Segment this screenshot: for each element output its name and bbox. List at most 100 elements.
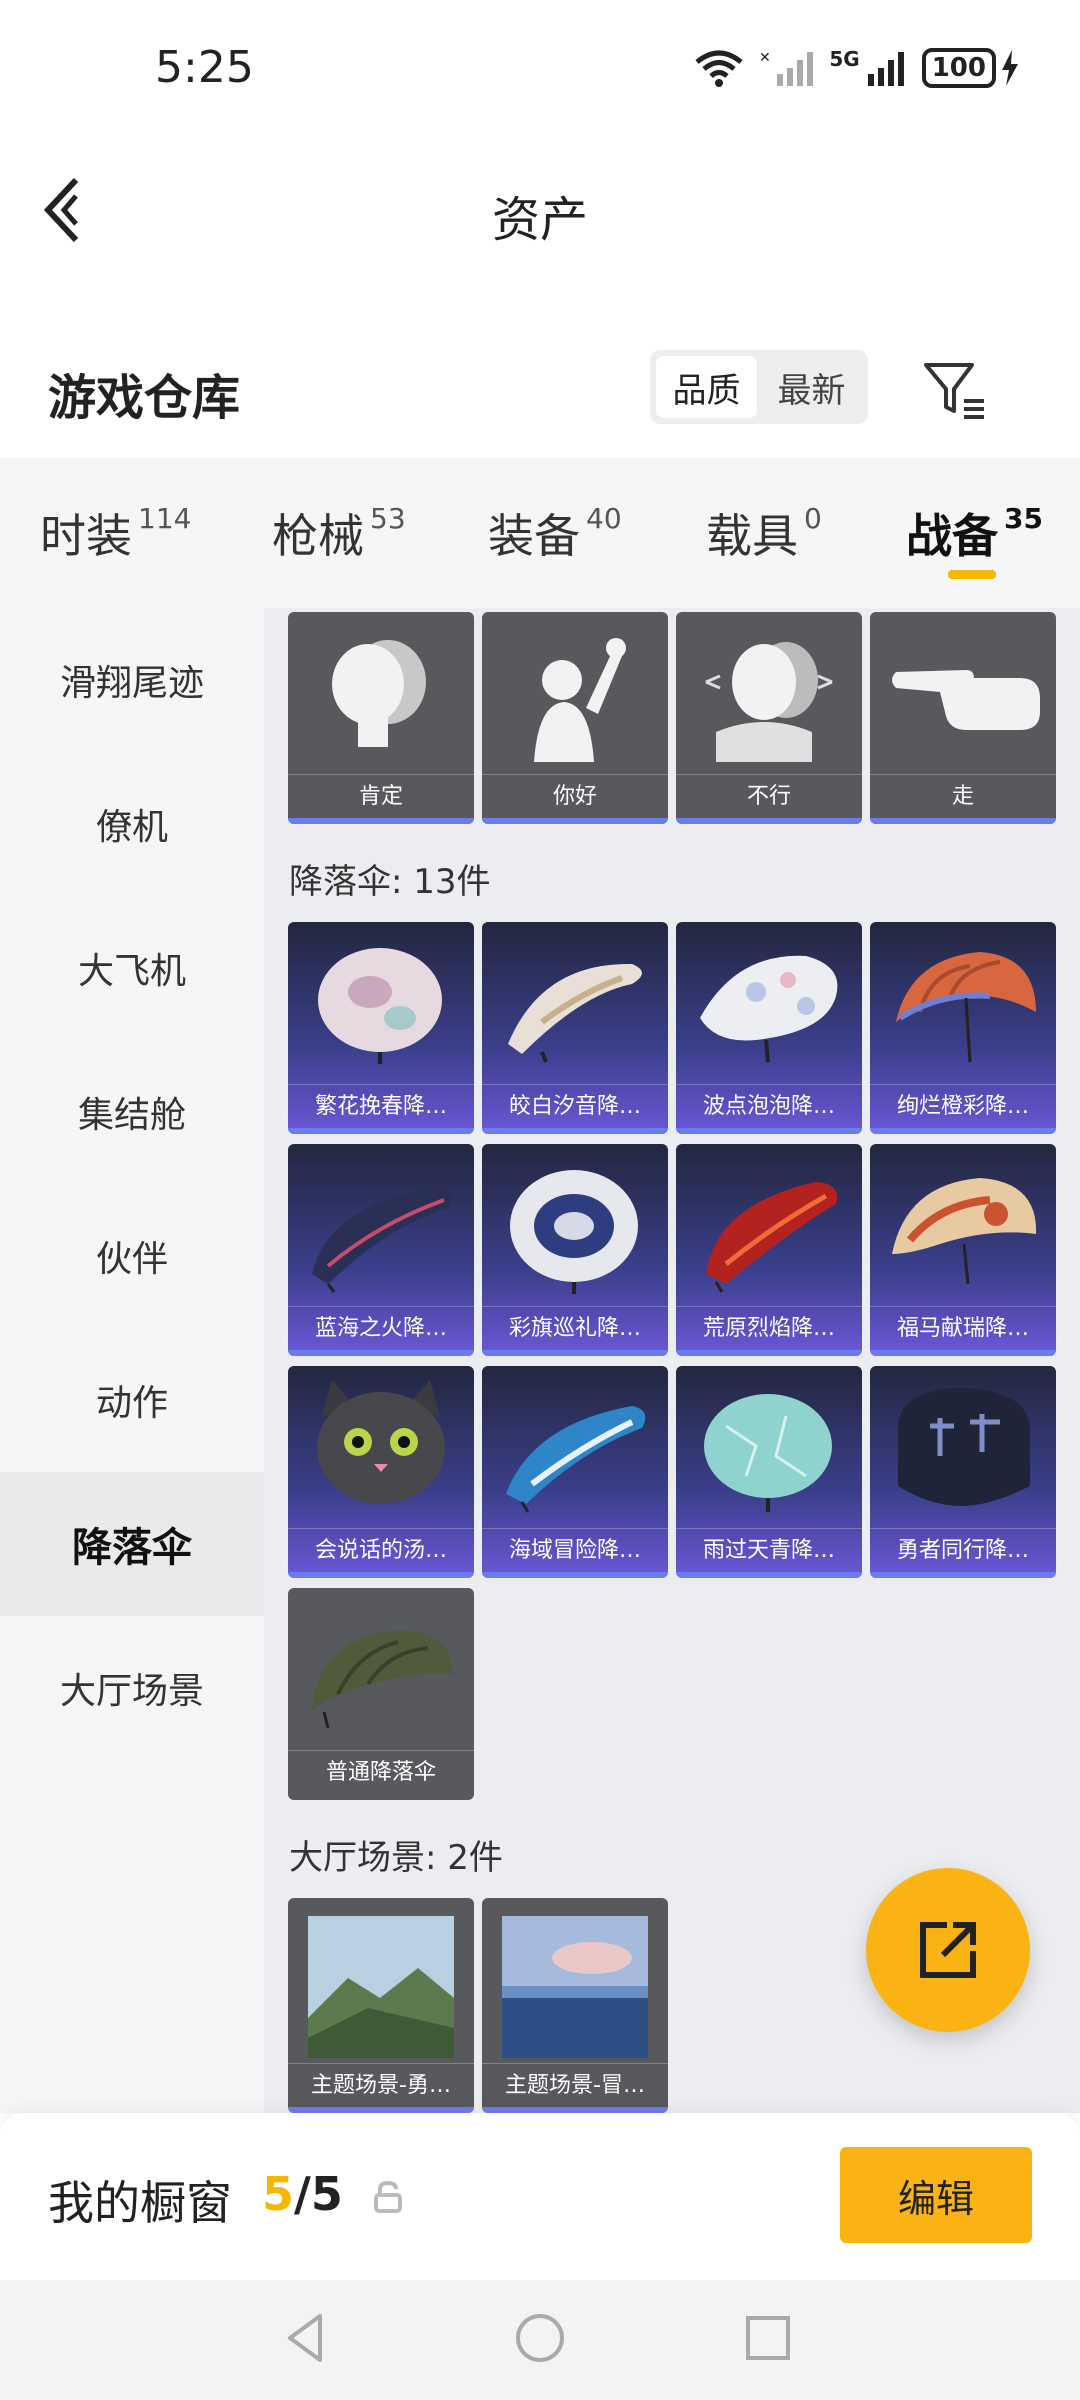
tab-fashion[interactable]: 时装 114 <box>40 500 191 566</box>
item-card[interactable]: 蓝海之火降… <box>288 1144 474 1356</box>
showcase-current: 5 <box>262 2167 295 2221</box>
parachute-icon <box>706 1182 838 1293</box>
sidebar-item-rally-pod[interactable]: 集结舱 <box>0 1040 264 1184</box>
item-name: 雨过天青降… <box>676 1528 862 1572</box>
status-icons: ✕ 5G 100 <box>693 47 1020 88</box>
share-icon <box>920 1922 976 1978</box>
charging-icon <box>1002 50 1018 86</box>
item-card[interactable]: 荒原烈焰降… <box>676 1144 862 1356</box>
tab-equipment[interactable]: 装备 40 <box>488 500 622 566</box>
tab-count: 40 <box>586 502 622 535</box>
sidebar: 滑翔尾迹 僚机 大飞机 集结舱 伙伴 动作 降落伞 大厅场景 <box>0 608 264 2113</box>
parachute-icon <box>312 1630 453 1729</box>
item-card[interactable]: 会说话的汤… <box>288 1366 474 1578</box>
item-card[interactable]: 走 <box>870 612 1056 824</box>
sidebar-item-parachute[interactable]: 降落伞 <box>0 1472 264 1616</box>
parachute-icon <box>318 948 442 1064</box>
item-card[interactable]: 皎白汐音降… <box>482 922 668 1134</box>
sidebar-item-lobby-scene[interactable]: 大厅场景 <box>0 1616 264 1760</box>
card-edge <box>482 818 668 824</box>
card-edge <box>676 1572 862 1578</box>
tab-label: 装备 <box>488 509 580 563</box>
sort-option-newest[interactable]: 最新 <box>761 356 862 418</box>
item-card[interactable]: 绚烂橙彩降… <box>870 922 1056 1134</box>
item-card[interactable]: 海域冒险降… <box>482 1366 668 1578</box>
tab-count: 53 <box>370 502 406 535</box>
parachute-icon <box>510 1170 638 1294</box>
nav-recents-icon[interactable] <box>736 2306 800 2370</box>
card-edge <box>870 818 1056 824</box>
item-name: 主题场景-勇… <box>288 2063 474 2107</box>
scene-sea-thumbnail <box>502 1916 648 2058</box>
item-name: 肯定 <box>288 774 474 818</box>
tab-count: 35 <box>1004 502 1043 535</box>
item-name: 你好 <box>482 774 668 818</box>
sidebar-item-big-plane[interactable]: 大飞机 <box>0 896 264 1040</box>
card-edge <box>870 1350 1056 1356</box>
parachute-icon <box>896 952 1036 1063</box>
item-card[interactable]: 繁花挽春降… <box>288 922 474 1134</box>
tab-weapons[interactable]: 枪械 53 <box>272 500 406 566</box>
wifi-icon <box>695 50 743 87</box>
item-name: 普通降落伞 <box>288 1750 474 1794</box>
edit-button[interactable]: 编辑 <box>840 2147 1032 2243</box>
tab-label: 枪械 <box>272 509 364 563</box>
filter-button[interactable] <box>920 355 990 425</box>
tab-battle-prep[interactable]: 战备 35 <box>906 500 1043 566</box>
card-edge <box>288 818 474 824</box>
parachute-icon <box>506 1406 646 1513</box>
showcase-label: 我的橱窗 <box>48 2176 232 2230</box>
head-nod-icon <box>332 640 426 747</box>
status-time: 5:25 <box>155 42 254 93</box>
item-name: 勇者同行降… <box>870 1528 1056 1572</box>
item-name: 荒原烈焰降… <box>676 1306 862 1350</box>
item-name: 会说话的汤… <box>288 1528 474 1572</box>
item-card[interactable]: 肯定 <box>288 612 474 824</box>
signal-5g-icon <box>867 52 904 86</box>
sidebar-item-partner[interactable]: 伙伴 <box>0 1184 264 1328</box>
item-name: 皎白汐音降… <box>482 1084 668 1128</box>
signal-icon: ✕ <box>759 49 814 86</box>
top-header: 资产 <box>0 150 1080 270</box>
item-card[interactable]: 主题场景-冒… <box>482 1898 668 2113</box>
card-edge <box>870 1128 1056 1134</box>
card-edge <box>288 1572 474 1578</box>
item-card[interactable]: 勇者同行降… <box>870 1366 1056 1578</box>
parachute-icon <box>508 963 642 1063</box>
status-bar: 5:25 ✕ 5G 100 <box>0 0 1080 120</box>
tab-vehicles[interactable]: 载具 0 <box>706 500 822 566</box>
sidebar-item-emote[interactable]: 动作 <box>0 1328 264 1472</box>
item-card[interactable]: 普通降落伞 <box>288 1588 474 1800</box>
card-edge <box>482 1350 668 1356</box>
item-name: 蓝海之火降… <box>288 1306 474 1350</box>
inventory-title: 游戏仓库 <box>48 370 241 426</box>
page-title: 资产 <box>491 192 588 248</box>
svg-text:✕: ✕ <box>759 49 771 65</box>
item-card[interactable]: 波点泡泡降… <box>676 922 862 1134</box>
battery-level: 100 <box>921 48 996 88</box>
item-card[interactable]: 主题场景-勇… <box>288 1898 474 2113</box>
parachute-icon <box>892 1178 1037 1285</box>
card-edge <box>676 1128 862 1134</box>
pointing-hand-icon <box>892 670 1040 730</box>
item-card[interactable]: 福马献瑞降… <box>870 1144 1056 1356</box>
item-card[interactable]: 雨过天青降… <box>676 1366 862 1578</box>
section-label-parachute: 降落伞: 13件 <box>289 862 491 902</box>
item-card[interactable]: 你好 <box>482 612 668 824</box>
item-name: 波点泡泡降… <box>676 1084 862 1128</box>
item-card[interactable]: 彩旗巡礼降… <box>482 1144 668 1356</box>
item-name: 走 <box>870 774 1056 818</box>
lock-icon <box>374 2180 402 2213</box>
card-edge <box>870 1572 1056 1578</box>
showcase-separator: / <box>294 2167 311 2221</box>
sidebar-item-wingman[interactable]: 僚机 <box>0 752 264 896</box>
share-button[interactable] <box>866 1868 1030 2032</box>
sidebar-item-glide-trail[interactable]: 滑翔尾迹 <box>0 608 264 752</box>
item-card[interactable]: 不行 <box>676 612 862 824</box>
scene-mountain-thumbnail <box>308 1916 454 2058</box>
sort-option-quality[interactable]: 品质 <box>656 356 757 418</box>
tab-label: 载具 <box>706 509 798 563</box>
nav-home-icon[interactable] <box>508 2306 572 2370</box>
section-label-lobby: 大厅场景: 2件 <box>289 1838 503 1878</box>
nav-back-icon[interactable] <box>276 2306 340 2370</box>
